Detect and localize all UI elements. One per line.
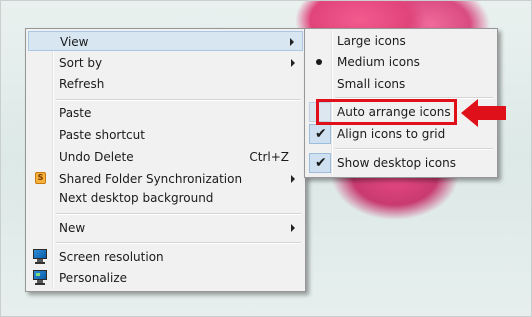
submenu-item-small-icons[interactable]: Small icons	[307, 74, 495, 94]
submenu-item-show-desktop-icons[interactable]: ✔ Show desktop icons	[307, 153, 495, 173]
submenu-arrow-icon	[291, 175, 295, 183]
menu-separator	[56, 99, 301, 101]
checkmark-icon: ✔	[315, 126, 327, 142]
menu-separator	[335, 148, 493, 150]
menu-item-label: Paste	[59, 106, 92, 120]
submenu-arrow-icon	[291, 59, 295, 67]
menu-item-label: Screen resolution	[59, 250, 164, 264]
menu-item-label: Next desktop background	[59, 191, 214, 205]
monitor-icon	[32, 249, 48, 265]
menu-item-next-desktop-background[interactable]: Next desktop background	[28, 188, 303, 208]
menu-item-personalize[interactable]: Personalize	[28, 268, 303, 288]
shared-folder-sync-icon: S	[35, 172, 46, 184]
menu-item-label: Refresh	[59, 77, 105, 91]
menu-separator	[56, 242, 301, 244]
menu-item-paste[interactable]: Paste	[28, 103, 303, 123]
menu-item-label: New	[59, 221, 86, 235]
menu-item-view[interactable]: View	[28, 31, 303, 51]
menu-item-screen-resolution[interactable]: Screen resolution	[28, 247, 303, 267]
menu-item-sort-by[interactable]: Sort by	[28, 53, 303, 73]
check-box: ✔	[309, 124, 331, 144]
menu-separator	[56, 213, 301, 215]
shortcut-text: Ctrl+Z	[249, 150, 289, 164]
check-box: ✔	[309, 153, 331, 173]
radio-bullet-icon	[316, 59, 322, 65]
menu-item-paste-shortcut[interactable]: Paste shortcut	[28, 125, 303, 145]
menu-item-undo-delete[interactable]: Undo Delete Ctrl+Z	[28, 147, 303, 167]
menu-item-label: View	[60, 35, 89, 49]
menu-item-label: Paste shortcut	[59, 128, 145, 142]
menu-item-label: Shared Folder Synchronization	[59, 172, 243, 186]
menu-item-label: Medium icons	[337, 55, 420, 69]
submenu-item-medium-icons[interactable]: Medium icons	[307, 52, 495, 72]
menu-item-label: Large icons	[337, 34, 406, 48]
menu-item-label: Undo Delete	[59, 150, 134, 164]
submenu-arrow-icon	[290, 38, 294, 46]
menu-item-label: Align icons to grid	[337, 127, 446, 141]
checkmark-icon: ✔	[315, 155, 327, 171]
menu-item-label: Personalize	[59, 271, 128, 285]
red-arrow-left-icon	[461, 99, 506, 127]
menu-item-label: Show desktop icons	[337, 156, 457, 170]
submenu-arrow-icon	[291, 224, 295, 232]
menu-item-new[interactable]: New	[28, 218, 303, 238]
desktop-context-menu: View Sort by Refresh Paste Paste shortcu…	[25, 28, 306, 292]
submenu-item-large-icons[interactable]: Large icons	[307, 31, 495, 51]
monitor-icon	[32, 270, 48, 286]
menu-item-shared-folder-sync[interactable]: S Shared Folder Synchronization	[28, 169, 303, 189]
menu-item-label: Sort by	[59, 56, 103, 70]
menu-item-label: Small icons	[337, 77, 406, 91]
menu-item-refresh[interactable]: Refresh	[28, 74, 303, 94]
highlight-box	[316, 99, 457, 125]
